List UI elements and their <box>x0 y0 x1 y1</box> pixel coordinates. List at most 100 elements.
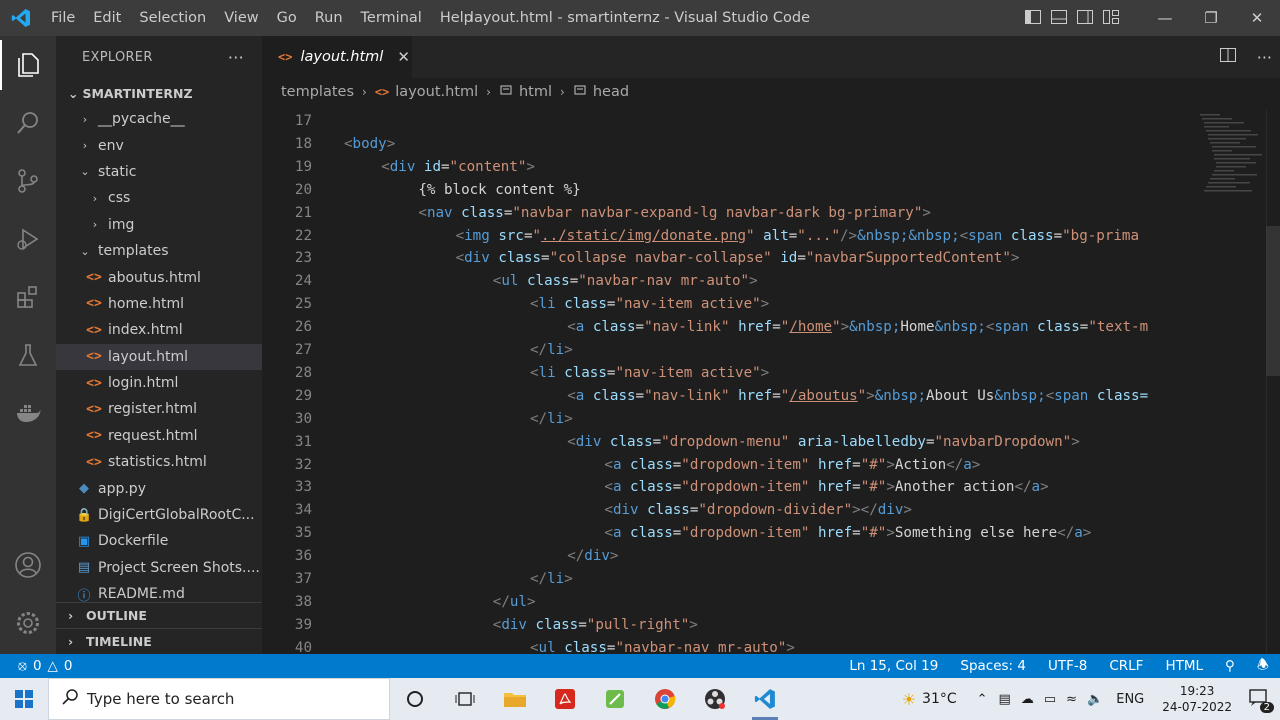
temperature[interactable]: 31°C <box>922 691 971 707</box>
file-item[interactable]: <> statistics.html <box>56 449 262 475</box>
taskbar-search-box[interactable]: Type here to search <box>48 678 390 720</box>
windows-start-icon[interactable] <box>0 678 48 720</box>
menu-help[interactable]: Help <box>431 0 482 36</box>
folder-item[interactable]: ⌄ templates <box>56 238 262 264</box>
battery-icon[interactable]: ▭ <box>1039 692 1061 707</box>
docker-icon[interactable] <box>0 384 56 442</box>
minimize-icon[interactable]: — <box>1142 0 1188 36</box>
outline-section[interactable]: › OUTLINE <box>56 602 262 628</box>
code-line[interactable]: <li class="nav-item active"> <box>344 296 769 312</box>
input-language[interactable]: ENG <box>1108 692 1152 707</box>
encoding[interactable]: UTF-8 <box>1037 658 1098 674</box>
toggle-secondary-sidebar-icon[interactable] <box>1076 8 1094 26</box>
language-mode[interactable]: HTML <box>1154 658 1214 674</box>
menu-run[interactable]: Run <box>306 0 352 36</box>
code-line[interactable]: <ul class="navbar-nav mr-auto"> <box>344 273 758 289</box>
code-line[interactable]: <div id="content"> <box>344 159 535 175</box>
code-line[interactable]: <body> <box>344 136 395 152</box>
menu-edit[interactable]: Edit <box>84 0 130 36</box>
vertical-scrollbar[interactable] <box>1266 110 1280 654</box>
action-center-icon[interactable]: 2 <box>1242 687 1280 713</box>
code-line[interactable]: </li> <box>344 411 573 427</box>
breadcrumb-file[interactable]: layout.html <box>395 84 478 100</box>
show-hidden-icons-icon[interactable]: ⌃ <box>971 692 994 707</box>
weather-icon[interactable]: ☀ <box>902 690 922 709</box>
account-icon[interactable] <box>0 536 56 594</box>
file-item[interactable]: <> index.html <box>56 317 262 343</box>
code-line[interactable]: </ul> <box>344 594 536 610</box>
close-tab-icon[interactable]: ✕ <box>397 48 410 66</box>
file-explorer-icon[interactable] <box>490 678 540 720</box>
file-item[interactable]: <> aboutus.html <box>56 264 262 290</box>
scrollbar-thumb[interactable] <box>1266 226 1280 376</box>
indentation[interactable]: Spaces: 4 <box>949 658 1037 674</box>
menu-go[interactable]: Go <box>268 0 306 36</box>
toggle-panel-icon[interactable] <box>1050 8 1068 26</box>
vscode-taskbar-icon[interactable] <box>740 678 790 720</box>
paint-icon[interactable] <box>590 678 640 720</box>
code-line[interactable]: <a class="nav-link" href="/aboutus">&nbs… <box>344 388 1148 404</box>
code-line[interactable]: <a class="dropdown-item" href="#">Anothe… <box>344 479 1048 495</box>
onedrive-icon[interactable]: ☁ <box>1016 692 1039 707</box>
explorer-icon[interactable] <box>0 36 56 94</box>
breadcrumb-html[interactable]: html <box>519 84 552 100</box>
folder-item[interactable]: › env <box>56 132 262 158</box>
tray-app-icon[interactable]: ▤ <box>994 692 1016 707</box>
code-line[interactable]: </li> <box>344 342 573 358</box>
problems-indicator[interactable]: ⦻ 0 △ 0 <box>0 658 73 674</box>
breadcrumb-templates[interactable]: templates <box>281 84 354 100</box>
folder-item[interactable]: ⌄ static <box>56 159 262 185</box>
extensions-icon[interactable] <box>0 268 56 326</box>
tab-layout-html[interactable]: <> layout.html ✕ <box>262 36 412 78</box>
folder-item[interactable]: › css <box>56 185 262 211</box>
code-line[interactable]: </div> <box>344 548 618 564</box>
file-item[interactable]: <> layout.html <box>56 343 262 370</box>
file-item[interactable]: <> request.html <box>56 423 262 449</box>
minimap[interactable] <box>1192 110 1267 654</box>
code-line[interactable]: <div class="dropdown-menu" aria-labelled… <box>344 434 1080 450</box>
folder-item[interactable]: › __pycache__ <box>56 106 262 132</box>
run-debug-icon[interactable] <box>0 210 56 268</box>
line-ending[interactable]: CRLF <box>1098 658 1154 674</box>
code-line[interactable]: <div class="pull-right"> <box>344 617 698 633</box>
clock[interactable]: 19:23 24-07-2022 <box>1152 683 1242 715</box>
settings-gear-icon[interactable] <box>0 594 56 652</box>
menu-selection[interactable]: Selection <box>130 0 215 36</box>
close-window-icon[interactable]: ✕ <box>1234 0 1280 36</box>
volume-icon[interactable]: 🔈 <box>1082 692 1108 707</box>
file-item[interactable]: 🔒 DigiCertGlobalRootC... <box>56 502 262 528</box>
file-item[interactable]: ◆ app.py <box>56 475 262 501</box>
file-item[interactable]: ▤ Project Screen Shots.... <box>56 555 262 581</box>
code-line[interactable]: </li> <box>344 571 573 587</box>
code-line[interactable]: <div class="collapse navbar-collapse" id… <box>344 250 1020 266</box>
split-editor-icon[interactable] <box>1219 46 1237 68</box>
acrobat-icon[interactable] <box>540 678 590 720</box>
restore-icon[interactable]: ❐ <box>1188 0 1234 36</box>
code-line[interactable]: {% block content %} <box>344 182 580 198</box>
cursor-position[interactable]: Ln 15, Col 19 <box>838 658 949 674</box>
obs-icon[interactable] <box>690 678 740 720</box>
file-item[interactable]: ▣ Dockerfile <box>56 528 262 554</box>
code-line[interactable]: <a class="dropdown-item" href="#">Action… <box>344 457 980 473</box>
code-line[interactable]: <div class="dropdown-divider"></div> <box>344 502 912 518</box>
workspace-folder-header[interactable]: ⌄ SMARTINTERNZ <box>56 80 262 106</box>
code-line[interactable]: <li class="nav-item active"> <box>344 365 769 381</box>
wifi-icon[interactable]: ≈ <box>1061 692 1082 707</box>
editor-more-actions-icon[interactable]: ··· <box>1257 48 1272 67</box>
customize-layout-icon[interactable] <box>1102 8 1120 26</box>
menu-file[interactable]: File <box>42 0 84 36</box>
search-icon[interactable] <box>0 94 56 152</box>
menu-terminal[interactable]: Terminal <box>352 0 431 36</box>
code-line[interactable]: <nav class="navbar navbar-expand-lg navb… <box>344 205 931 221</box>
timeline-section[interactable]: › TIMELINE <box>56 628 262 654</box>
folder-item[interactable]: › img <box>56 212 262 238</box>
chrome-icon[interactable] <box>640 678 690 720</box>
notifications-bell-icon[interactable]: 🕭 <box>1246 655 1280 678</box>
code-line[interactable]: <ul class="navbar-nav mr-auto"> <box>344 640 795 654</box>
code-editor[interactable]: 17 18 <body> 19 <div id="content"> 20 {% block… <box>262 110 1192 654</box>
feedback-icon[interactable]: ⚲ <box>1214 658 1246 674</box>
cortana-icon[interactable] <box>390 678 440 720</box>
breadcrumb-head[interactable]: head <box>593 84 629 100</box>
file-item[interactable]: <> login.html <box>56 370 262 396</box>
code-line[interactable]: <a class="dropdown-item" href="#">Someth… <box>344 525 1091 541</box>
